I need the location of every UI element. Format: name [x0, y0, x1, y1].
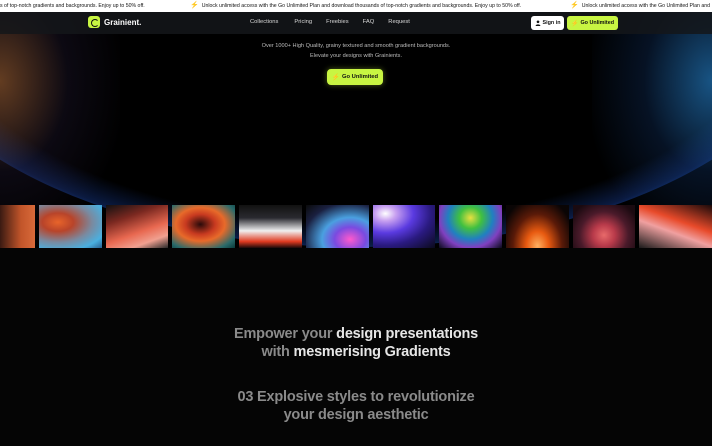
- hero-subtitle: Over 1000+ High Quality, grainy textured…: [0, 41, 712, 61]
- gradient-thumb-11[interactable]: [639, 205, 712, 248]
- lightning-icon: ⚡: [570, 2, 579, 9]
- headline-text: with: [261, 344, 294, 360]
- headline-styles: 03 Explosive styles to revolutionize you…: [0, 388, 712, 424]
- headline-text: 03 Explosive styles to revolutionize: [237, 389, 475, 405]
- gradient-thumb-9[interactable]: [506, 205, 569, 248]
- gradient-thumb-2[interactable]: [39, 205, 102, 248]
- gradient-thumb-10[interactable]: [573, 205, 635, 248]
- gradient-thumb-3[interactable]: [106, 205, 168, 248]
- user-icon: [535, 20, 540, 26]
- nav-link-freebies[interactable]: Freebies: [326, 19, 349, 25]
- logo[interactable]: Grainient.: [88, 16, 141, 28]
- ticker-segment: s of top-notch gradients and backgrounds…: [0, 3, 145, 9]
- logo-text: Grainient.: [104, 17, 142, 27]
- announcement-ticker[interactable]: s of top-notch gradients and backgrounds…: [0, 0, 712, 12]
- ticker-segment: ⚡ Unlock unlimited access with the Go Unl…: [190, 0, 521, 12]
- headline-empower: Empower your design presentations with m…: [0, 325, 712, 361]
- go-unlimited-nav-button[interactable]: ⚡ Go Unlimited: [567, 16, 618, 30]
- headline-text: mesmerising Gradients: [293, 344, 451, 360]
- headline-text: your design aesthetic: [283, 407, 429, 423]
- nav-link-faq[interactable]: FAQ: [363, 19, 375, 25]
- go-unlimited-hero-button[interactable]: ⚡ Go Unlimited: [327, 69, 383, 85]
- logo-mark-icon: [88, 16, 100, 28]
- gradient-thumb-1[interactable]: [0, 205, 35, 248]
- sign-in-label: Sign in: [542, 20, 561, 26]
- gradient-thumb-6[interactable]: [306, 205, 369, 248]
- hero-subtitle-line2: Elevate your designs with Grainients.: [309, 53, 403, 59]
- gradient-thumb-4[interactable]: [172, 205, 235, 248]
- go-unlimited-label: Go Unlimited: [580, 20, 615, 26]
- lightning-icon: ⚡: [331, 74, 340, 81]
- lightning-icon: ⚡: [570, 20, 579, 27]
- nav-link-collections[interactable]: Collections: [250, 19, 278, 25]
- hero-subtitle-line1: Over 1000+ High Quality, grainy textured…: [261, 43, 451, 49]
- nav-links: Collections Pricing Freebies FAQ Request: [250, 19, 410, 25]
- headline-text: design presentations: [336, 326, 478, 342]
- ticker-segment: ⚡ Unlock unlimited access with the Go Unl…: [570, 0, 710, 12]
- gradient-thumb-7[interactable]: [373, 205, 435, 248]
- gradient-thumb-5[interactable]: [239, 205, 302, 248]
- gradient-thumbnail-strip[interactable]: [0, 205, 712, 248]
- nav-link-request[interactable]: Request: [388, 19, 410, 25]
- headline-text: Empower your: [234, 326, 337, 342]
- sign-in-button[interactable]: Sign in: [531, 16, 564, 30]
- gradient-thumb-8[interactable]: [439, 205, 502, 248]
- nav-link-pricing[interactable]: Pricing: [294, 19, 312, 25]
- hero-cta-label: Go Unlimited: [342, 74, 379, 80]
- lightning-icon: ⚡: [190, 2, 199, 9]
